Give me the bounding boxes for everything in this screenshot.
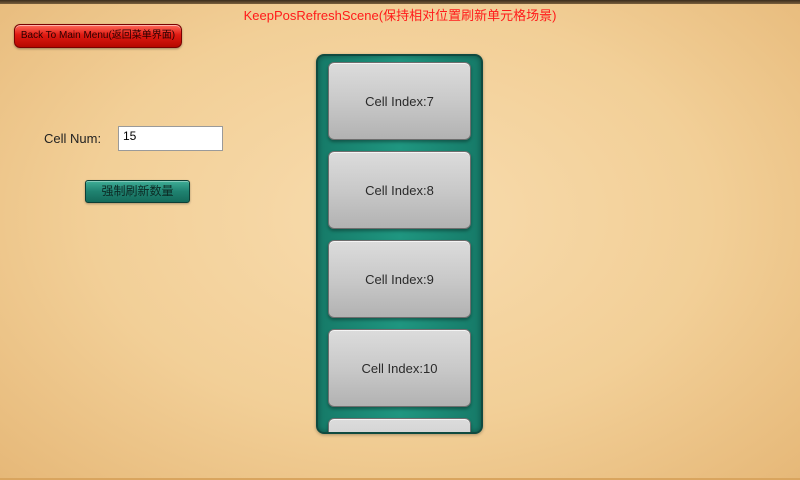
cell-item[interactable]: Cell Index:9 [328,240,471,318]
top-edge-bar [0,0,800,4]
cell-label: Cell Index:9 [365,271,434,287]
cell-label: Cell Index:10 [361,360,438,376]
cell-item[interactable]: Cell Index:10 [328,329,471,407]
cell-num-input[interactable] [118,126,223,151]
cell-item[interactable] [328,418,471,432]
cell-label: Cell Index:8 [365,182,434,198]
cell-label [329,419,470,432]
scene-title: KeepPosRefreshScene(保持相对位置刷新单元格场景) [243,8,557,23]
back-to-main-menu-button[interactable]: Back To Main Menu(返回菜单界面) [14,24,182,48]
cell-num-label: Cell Num: [44,131,102,146]
cell-scroll-view[interactable]: Cell Index:7 Cell Index:8 Cell Index:9 C… [316,54,483,434]
cell-item[interactable]: Cell Index:8 [328,151,471,229]
cell-label: Cell Index:7 [365,93,434,109]
cell-item[interactable]: Cell Index:7 [328,62,471,140]
force-refresh-button[interactable]: 强制刷新数量 [85,180,190,203]
